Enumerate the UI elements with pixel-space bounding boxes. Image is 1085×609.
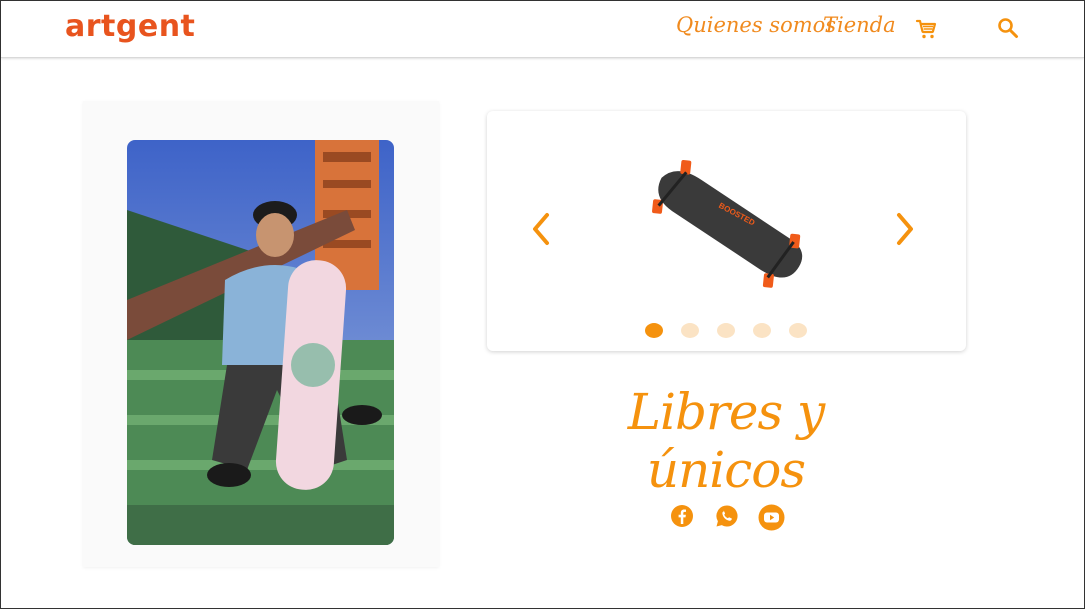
- nav-link-about[interactable]: Quienes somos: [676, 13, 836, 37]
- carousel-dot-4[interactable]: [753, 323, 771, 338]
- carousel-pagination: [645, 323, 810, 339]
- carousel-dot-3[interactable]: [717, 323, 735, 338]
- whatsapp-icon[interactable]: [715, 504, 739, 533]
- carousel-dot-2[interactable]: [681, 323, 699, 338]
- carousel-dot-1[interactable]: [645, 323, 663, 338]
- shopping-cart-icon[interactable]: [914, 17, 938, 46]
- hero-tagline: Libres y únicos: [627, 383, 826, 499]
- skater-photo: [127, 140, 394, 545]
- product-carousel: BOOSTED: [487, 111, 966, 351]
- hero-photo-card: [83, 101, 439, 567]
- youtube-icon[interactable]: [758, 504, 785, 536]
- longboard-product-image[interactable]: BOOSTED: [643, 155, 813, 300]
- nav-link-shop[interactable]: Tienda: [823, 13, 896, 37]
- chevron-right-icon[interactable]: [895, 211, 915, 252]
- brand-logo[interactable]: artgent: [65, 9, 195, 44]
- search-icon[interactable]: [997, 17, 1019, 44]
- facebook-icon[interactable]: [670, 504, 694, 533]
- site-header: artgent Quienes somos Tienda: [1, 1, 1084, 58]
- chevron-left-icon[interactable]: [531, 211, 551, 252]
- carousel-dot-5[interactable]: [789, 323, 807, 338]
